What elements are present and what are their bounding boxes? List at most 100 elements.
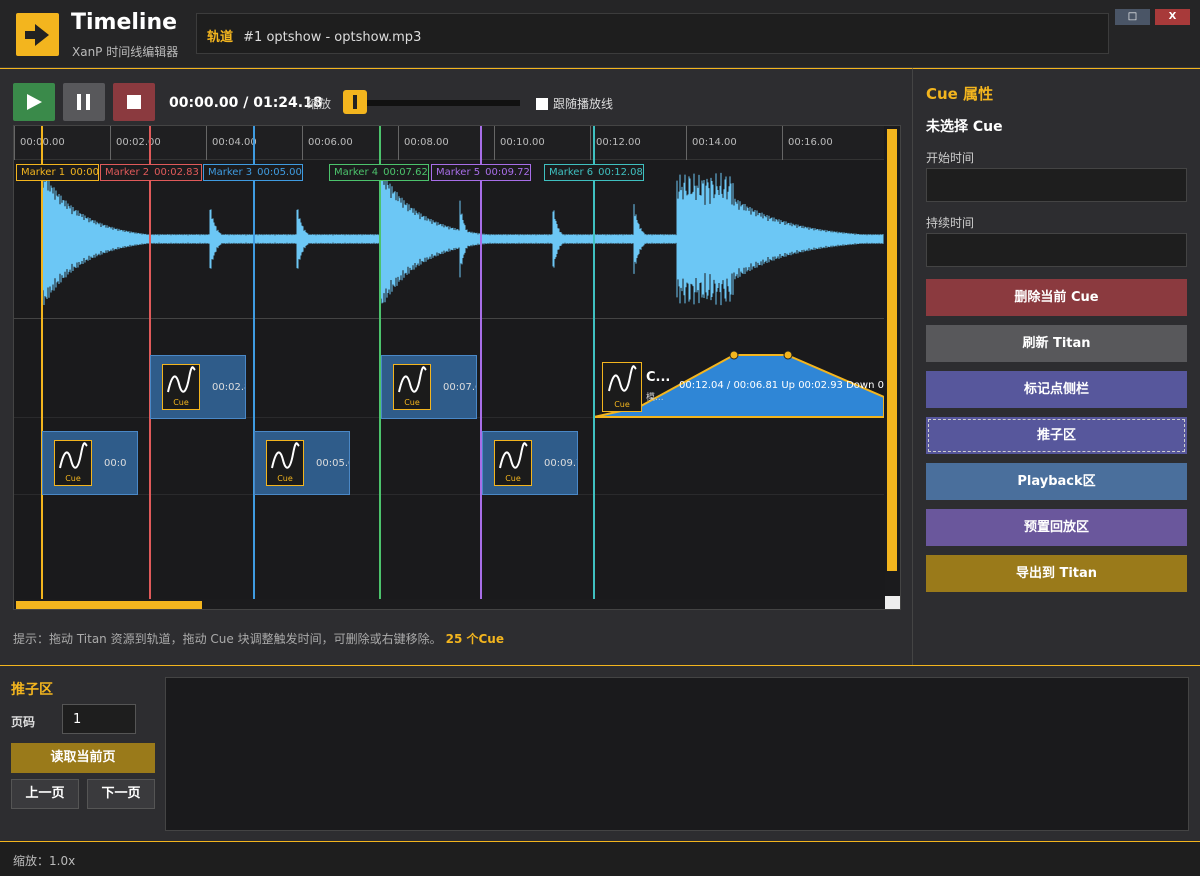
- app-logo: [16, 13, 59, 56]
- ruler-tick: 00:02.00: [110, 126, 161, 160]
- envelope-cue-sub: 模...: [646, 393, 664, 403]
- time-display: 00:00.00 / 01:24.18: [169, 95, 323, 111]
- marker-name: Marker 2: [105, 167, 150, 178]
- zoom-slider-thumb[interactable]: [343, 90, 367, 114]
- timeline-canvas[interactable]: 00:00.00 00:02.00 00:04.00 00:06.00 00:08.00…: [13, 125, 901, 610]
- start-time-label: 开始时间: [926, 151, 975, 165]
- marker-time: 00:05.00: [257, 167, 302, 178]
- prev-page-button[interactable]: 上一页: [11, 779, 79, 809]
- cue-time: 00:07.6: [443, 382, 476, 393]
- cue-icon-label: Cue: [65, 474, 81, 483]
- cue-icon-label: Cue: [173, 398, 189, 407]
- props-button[interactable]: 推子区: [926, 417, 1187, 454]
- fader-title: 推子区: [11, 682, 53, 698]
- cue-time: 00:02.8: [212, 382, 245, 393]
- start-time-field[interactable]: [926, 168, 1187, 202]
- marker-name: Marker 4: [334, 167, 379, 178]
- read-page-button[interactable]: 读取当前页: [11, 743, 155, 773]
- ruler-tick: 00:12.00: [590, 126, 641, 160]
- timeline-panel: 00:00.00 / 01:24.18 缩放 跟随播放线 00:00.0000:…: [0, 68, 913, 665]
- ruler-tick: 00:04.00: [206, 126, 257, 160]
- waveform-graph: [41, 169, 884, 309]
- cue-time: 00:0: [104, 458, 127, 469]
- marker-name: Marker 3: [208, 167, 253, 178]
- pause-button[interactable]: [63, 83, 105, 121]
- cue-block[interactable]: Cue 00:02.8: [150, 355, 246, 419]
- marker-line[interactable]: [480, 126, 482, 599]
- stop-button[interactable]: [113, 83, 155, 121]
- marker-label[interactable]: Marker 1 00:00.: [16, 164, 99, 181]
- time-ruler[interactable]: 00:00.00 00:02.00 00:04.00 00:06.00 00:08.00…: [14, 126, 884, 160]
- marker-name: Marker 5: [436, 167, 481, 178]
- page-label: 页码: [11, 715, 36, 729]
- cue-block[interactable]: Cue 00:09.7: [482, 431, 578, 495]
- marker-label[interactable]: Marker 5 00:09.72: [431, 164, 531, 181]
- follow-playhead-label: 跟随播放线: [553, 97, 614, 111]
- cue-block[interactable]: Cue 00:07.6: [381, 355, 477, 419]
- close-button[interactable]: X: [1155, 9, 1190, 25]
- ruler-tick: 00:16.00: [782, 126, 833, 160]
- hint-bar: 提示：拖动 Titan 资源到轨道，拖动 Cue 块调整触发时间，可删除或右键移…: [13, 630, 504, 647]
- cue-icon-label: Cue: [505, 474, 521, 483]
- marker-name: Marker 6: [549, 167, 594, 178]
- stop-icon: [127, 95, 141, 109]
- zoom-slider-track[interactable]: [345, 100, 520, 106]
- page-input[interactable]: 1: [62, 704, 136, 734]
- zoom-status: 缩放：1.0x: [13, 854, 76, 868]
- next-page-button[interactable]: 下一页: [87, 779, 155, 809]
- ruler-tick: 00:10.00: [494, 126, 545, 160]
- cue-properties-panel: Cue 属性 未选择 Cue 开始时间 持续时间 删除当前 Cue 刷新 Tita…: [913, 68, 1200, 665]
- props-button[interactable]: 导出到 Titan: [926, 555, 1187, 592]
- marker-label[interactable]: Marker 6 00:12.08: [544, 164, 644, 181]
- envelope-cue-icon[interactable]: Cue: [602, 362, 642, 412]
- cue-block[interactable]: Cue 00:05.0: [254, 431, 350, 495]
- app-subtitle: XanP 时间线编辑器: [72, 45, 179, 59]
- waveform-path: [41, 169, 884, 309]
- cue-icon: Cue: [393, 364, 431, 410]
- props-button[interactable]: 刷新 Titan: [926, 325, 1187, 362]
- fader-area[interactable]: [165, 677, 1189, 831]
- track-label: 轨道: [207, 30, 234, 45]
- cue-time: 00:09.7: [544, 458, 577, 469]
- props-title: Cue 属性: [926, 85, 994, 103]
- cue-icon: Cue: [54, 440, 92, 486]
- waveform[interactable]: [14, 160, 884, 319]
- cue-time: 00:05.0: [316, 458, 349, 469]
- cue-icon: Cue: [266, 440, 304, 486]
- pause-icon: [77, 94, 90, 110]
- marker-time: 00:02.83: [154, 167, 199, 178]
- marker-label[interactable]: Marker 2 00:02.83: [100, 164, 202, 181]
- play-button[interactable]: [13, 83, 55, 121]
- fader-panel: 推子区 页码 1 读取当前页 上一页 下一页: [0, 665, 1200, 841]
- track-info: 轨道 #1 optshow - optshow.mp3: [196, 13, 1109, 54]
- envelope-cue-text: 00:12.04 / 00:06.81 Up 00:02.93 Down 0: [679, 380, 884, 391]
- zoom-label: 缩放: [307, 97, 332, 111]
- marker-time: 00:12.08: [598, 167, 643, 178]
- marker-label[interactable]: Marker 3 00:05.00: [203, 164, 303, 181]
- props-button[interactable]: Playback区: [926, 463, 1187, 500]
- props-button[interactable]: 预置回放区: [926, 509, 1187, 546]
- envelope-cue-title: C...: [646, 370, 671, 385]
- marker-line[interactable]: [593, 126, 595, 599]
- track-name: #1 optshow - optshow.mp3: [243, 30, 422, 45]
- props-button[interactable]: 删除当前 Cue: [926, 279, 1187, 316]
- duration-field[interactable]: [926, 233, 1187, 267]
- follow-playhead-checkbox[interactable]: 跟随播放线: [536, 95, 613, 112]
- ruler-tick: 00:14.00: [686, 126, 737, 160]
- cue-count: 25 个Cue: [445, 632, 504, 646]
- app-title: Timeline: [71, 10, 178, 35]
- marker-name: Marker 1: [21, 167, 66, 178]
- minimize-button[interactable]: □: [1115, 9, 1150, 25]
- scroll-corner: [885, 596, 900, 609]
- cue-block[interactable]: Cue 00:0: [42, 431, 138, 495]
- selection-status: 未选择 Cue: [926, 119, 1003, 135]
- props-button[interactable]: 标记点侧栏: [926, 371, 1187, 408]
- cue-icon-label: Cue: [277, 474, 293, 483]
- marker-line[interactable]: [253, 126, 255, 599]
- marker-label[interactable]: Marker 4 00:07.62: [329, 164, 429, 181]
- ruler-tick: 00:08.00: [398, 126, 449, 160]
- marker-time: 00:00.: [70, 167, 99, 178]
- marker-line[interactable]: [41, 126, 43, 599]
- vertical-scrollbar-thumb[interactable]: [887, 129, 897, 571]
- horizontal-scrollbar-thumb[interactable]: [16, 601, 202, 609]
